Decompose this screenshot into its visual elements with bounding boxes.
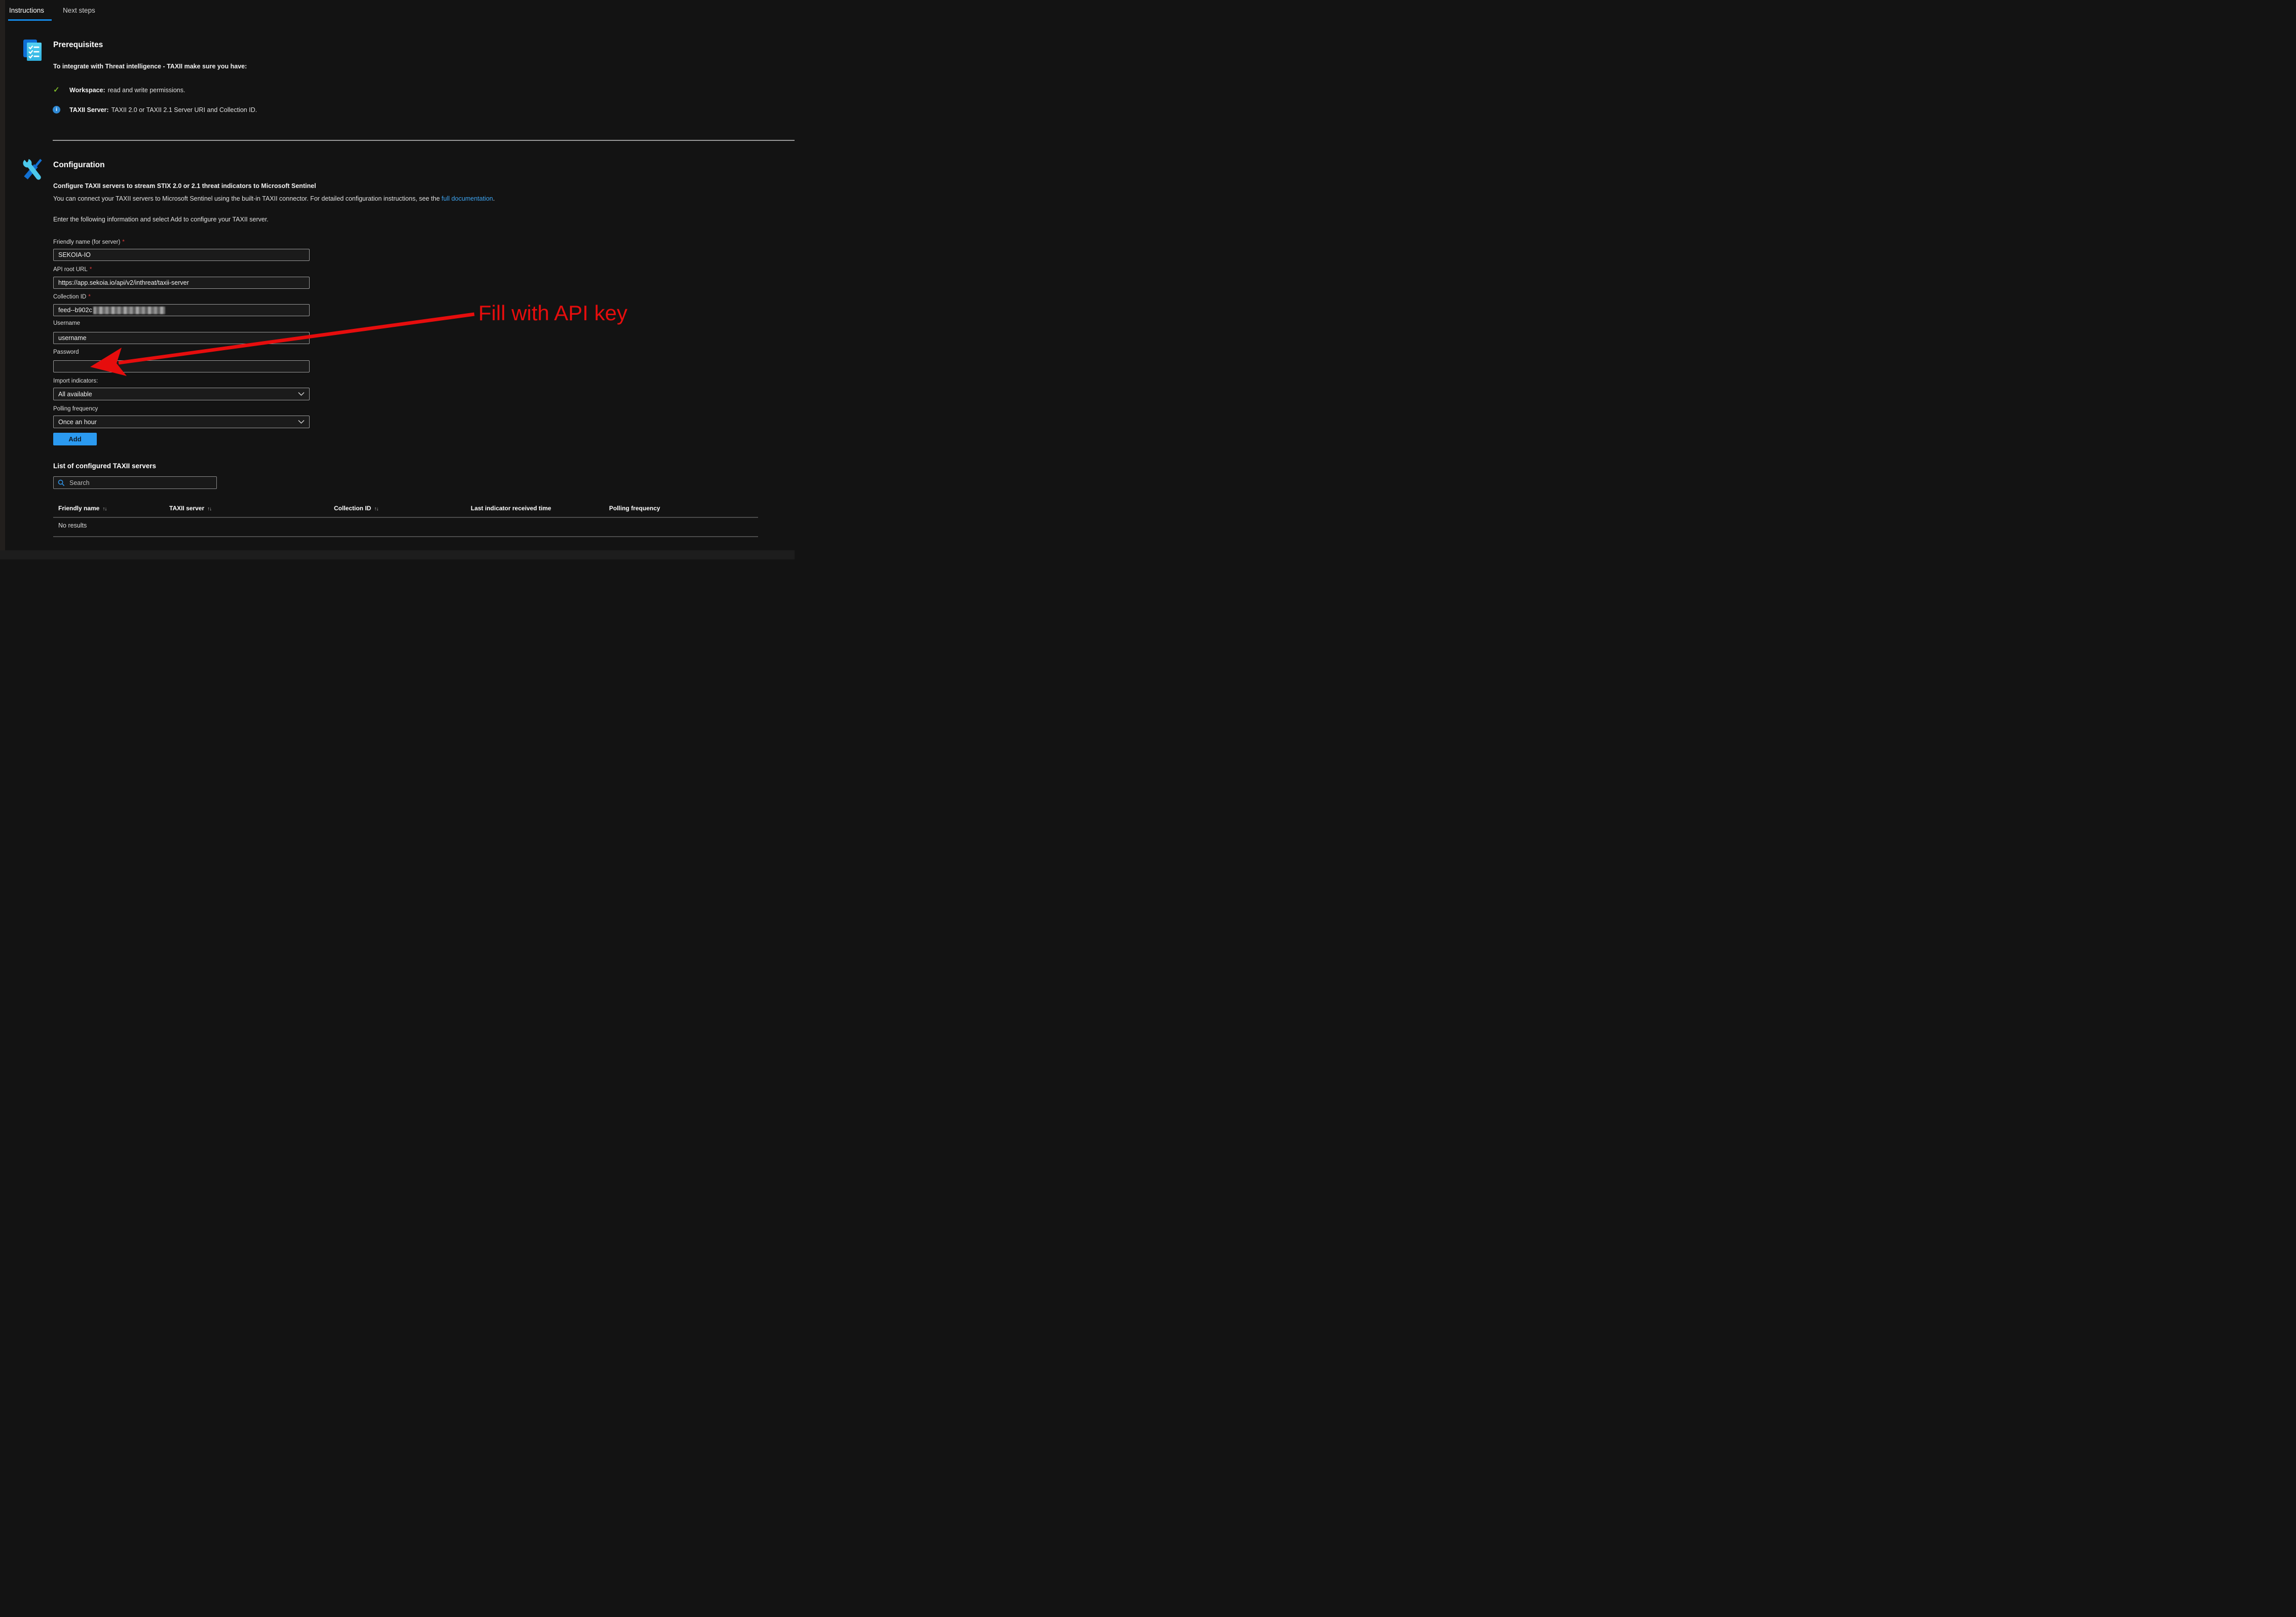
table-header-divider [53,517,758,518]
configuration-instruction: Enter the following information and sele… [53,216,269,223]
chevron-down-icon [298,392,305,396]
active-tab-underline [8,19,52,21]
configuration-subtitle: Configure TAXII servers to stream STIX 2… [53,182,316,190]
prereq-item-workspace: Workspace:read and write permissions. [69,87,185,94]
prereq-item-label: Workspace: [69,87,105,94]
column-header-taxii-server[interactable]: TAXII server↑↓ [169,505,211,512]
check-icon: ✓ [53,85,60,94]
redacted-blur-block [93,307,165,314]
column-label: Friendly name [58,505,99,512]
window-left-edge [0,0,5,559]
password-input[interactable] [53,360,310,372]
label-text: Polling frequency [53,406,98,412]
info-icon: i [53,106,60,114]
search-input[interactable] [68,479,212,487]
collection-id-label: Collection ID* [53,293,91,300]
column-header-collection-id[interactable]: Collection ID↑↓ [334,505,378,512]
collection-id-visible-text: feed--b902c [58,307,92,314]
column-label: Polling frequency [609,505,660,512]
username-input[interactable] [53,332,310,344]
column-label: TAXII server [169,505,204,512]
username-label: Username [53,320,80,326]
label-text: Friendly name (for server) [53,239,120,245]
required-asterisk: * [122,238,125,245]
column-label: Collection ID [334,505,371,512]
annotation-text: Fill with API key [478,301,627,325]
chevron-down-icon [298,420,305,424]
friendly-name-input[interactable] [53,249,310,261]
label-text: Password [53,349,79,355]
prereq-item-taxii-server: TAXII Server:TAXII 2.0 or TAXII 2.1 Serv… [69,106,257,114]
prereq-item-text: TAXII 2.0 or TAXII 2.1 Server URI and Co… [111,106,257,114]
section-divider [53,140,795,141]
selected-value: All available [58,391,92,398]
friendly-name-label: Friendly name (for server)* [53,238,125,245]
sort-icon: ↑↓ [207,506,211,512]
column-header-polling-frequency: Polling frequency [609,505,660,512]
prerequisites-icon [23,40,43,62]
prerequisites-title: Prerequisites [53,41,103,50]
column-header-friendly-name[interactable]: Friendly name↑↓ [58,505,106,512]
sort-icon: ↑↓ [102,506,106,512]
import-indicators-label: Import indicators: [53,378,98,384]
description-text: You can connect your TAXII servers to Mi… [53,195,441,202]
window-bottom-edge [0,550,795,559]
prereq-item-label: TAXII Server: [69,106,109,114]
sort-icon: ↑↓ [374,506,378,512]
polling-frequency-select[interactable]: Once an hour [53,416,310,428]
polling-frequency-label: Polling frequency [53,406,98,412]
selected-value: Once an hour [58,419,97,426]
prerequisites-intro: To integrate with Threat intelligence - … [53,63,247,70]
label-text: Collection ID [53,294,86,300]
add-button[interactable]: Add [53,433,97,445]
server-search-box[interactable] [53,476,217,489]
table-bottom-divider [53,536,758,537]
configuration-title: Configuration [53,161,105,170]
column-label: Last indicator received time [471,505,551,512]
tab-instructions[interactable]: Instructions [9,7,44,14]
search-icon [58,479,65,486]
prereq-item-text: read and write permissions. [108,87,185,94]
description-period: . [493,195,495,202]
api-root-url-input[interactable] [53,277,310,289]
required-asterisk: * [90,266,92,273]
column-header-last-indicator-time: Last indicator received time [471,505,551,512]
label-text: Import indicators: [53,378,98,384]
configuration-icon [22,158,43,182]
full-documentation-link[interactable]: full documentation [441,195,493,202]
password-label: Password [53,349,79,355]
import-indicators-select[interactable]: All available [53,388,310,400]
server-list-title: List of configured TAXII servers [53,462,156,470]
label-text: API root URL [53,267,88,273]
api-root-url-label: API root URL* [53,266,92,273]
tab-next-steps[interactable]: Next steps [63,7,95,14]
configuration-description: You can connect your TAXII servers to Mi… [53,195,495,202]
empty-table-message: No results [58,522,87,529]
label-text: Username [53,320,80,326]
required-asterisk: * [88,293,91,300]
collection-id-input[interactable]: feed--b902c [53,304,310,316]
